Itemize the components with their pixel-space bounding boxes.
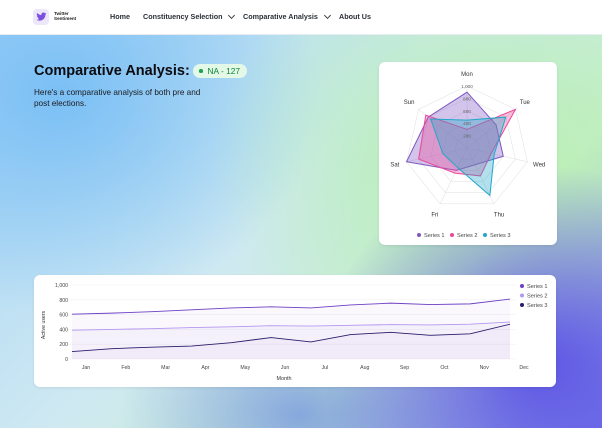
top-navbar: Twitter Sentiment Home Constituency Sele… (0, 0, 602, 35)
x-tick-label: Nov (480, 365, 490, 371)
constituency-badge-label: NA - 127 (207, 66, 241, 76)
legend-marker-series-1 (520, 284, 524, 288)
nav-comparative-label: Comparative Analysis (243, 12, 318, 21)
legend-marker-series-2 (520, 293, 524, 298)
chevron-down-icon (228, 11, 236, 19)
page-subtitle: Here's a comparative analysis of both pr… (34, 88, 201, 108)
y-tick-label: 0 (65, 357, 68, 363)
constituency-badge: NA - 127 (193, 64, 248, 78)
x-tick-label: Jul (322, 365, 329, 371)
x-tick-label: Mar (161, 365, 170, 371)
brand-name: Twitter Sentiment (54, 11, 76, 22)
radar-tick-label: 600 (463, 109, 471, 114)
bird-icon (35, 12, 47, 21)
nav-home-label: Home (110, 12, 130, 21)
radar-chart-card: 200 400 600 800 1,000 Mon Tue Wed Thu Fri Sat Sun Se… (379, 62, 557, 245)
status-dot-icon (199, 69, 203, 73)
nav-comparative-analysis[interactable]: Comparative Analysis (243, 11, 331, 21)
radar-axis-label: Thu (494, 213, 504, 219)
x-tick-label: Apr (201, 365, 209, 371)
nav-home[interactable]: Home (110, 12, 130, 21)
legend-label-series-1: Series 1 (424, 233, 445, 239)
radar-axis-label: Tue (520, 100, 531, 106)
y-tick-label: 400 (59, 327, 68, 333)
radar-axis-label: Sun (404, 100, 415, 106)
chevron-down-icon (323, 11, 331, 19)
line-chart: 0 200 400 600 800 1,000 Jan Feb Mar Apr May Jun Jul A… (41, 283, 548, 382)
line-chart-card: 0 200 400 600 800 1,000 Jan Feb Mar Apr May Jun Jul A… (34, 275, 556, 387)
x-tick-label: Aug (360, 365, 369, 371)
legend-label-series-2: Series 2 (457, 233, 478, 239)
legend-marker-series-3 (520, 303, 524, 307)
x-tick-label: Jan (82, 365, 90, 371)
nav-about-us[interactable]: About Us (339, 12, 371, 21)
y-axis-title: Active users (41, 310, 47, 339)
legend-label-series-3: Series 3 (527, 303, 548, 309)
legend-marker-series-3 (483, 233, 487, 237)
nav-constituency-selection[interactable]: Constituency Selection (143, 11, 236, 21)
x-tick-label: Sep (400, 365, 409, 371)
brand-line-2: Sentiment (54, 16, 77, 22)
legend-label-series-2: Series 2 (527, 294, 548, 300)
nav-constituency-label: Constituency Selection (143, 12, 223, 21)
radar-tick-label: 200 (463, 134, 471, 139)
radar-chart: 200 400 600 800 1,000 Mon Tue Wed Thu Fri Sat Sun Se… (390, 72, 545, 239)
x-tick-label: Feb (121, 365, 130, 371)
y-tick-label: 800 (59, 298, 68, 304)
y-tick-label: 200 (59, 342, 68, 348)
x-tick-label: Jun (281, 365, 289, 371)
radar-tick-label: 1,000 (461, 84, 473, 89)
x-tick-label: May (240, 365, 250, 371)
x-tick-label: Oct (440, 365, 449, 371)
radar-axis-label: Mon (461, 72, 473, 78)
page-title: Comparative Analysis: (34, 63, 190, 79)
legend-label-series-3: Series 3 (490, 233, 511, 239)
legend-label-series-1: Series 1 (527, 284, 548, 290)
x-tick-label: Dec (519, 365, 529, 371)
y-tick-label: 600 (59, 313, 68, 319)
x-axis-title: Month (277, 376, 292, 382)
legend-marker-series-2 (450, 233, 454, 237)
radar-axis-label: Wed (533, 162, 545, 168)
radar-axis-label: Sat (390, 162, 399, 168)
y-tick-label: 1,000 (55, 283, 68, 289)
brand-logo[interactable] (33, 9, 49, 25)
nav-about-label: About Us (339, 12, 371, 21)
legend-marker-series-1 (417, 233, 421, 237)
radar-tick-label: 800 (463, 96, 471, 101)
radar-axis-label: Fri (431, 213, 438, 219)
radar-tick-label: 400 (463, 121, 471, 126)
